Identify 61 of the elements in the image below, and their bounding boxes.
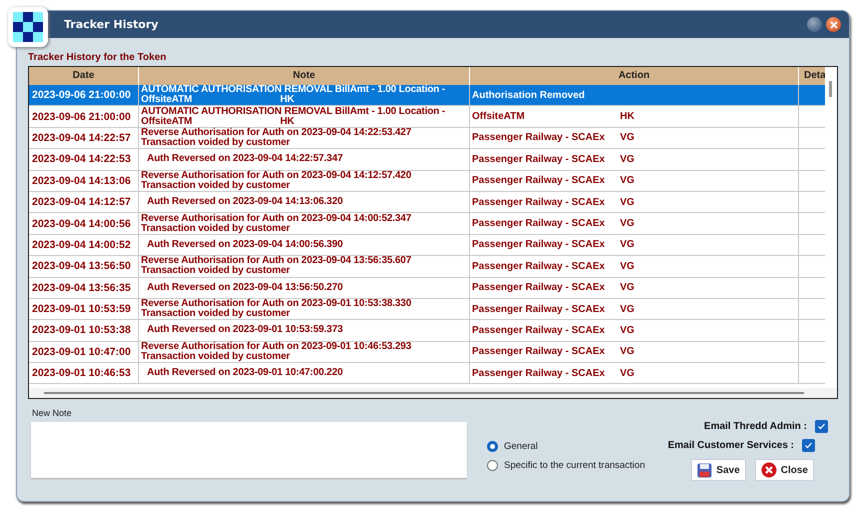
save-button[interactable]: Save [691, 459, 746, 481]
table-cell: Passenger Railway - SCAEx VG [470, 298, 799, 320]
horizontal-scrollbar[interactable] [29, 388, 837, 398]
table-cell: 2023-09-04 14:22:53 [29, 149, 139, 170]
table-cell: Passenger Railway - SCAEx VG [470, 192, 799, 212]
table-cell: 2023-09-04 14:12:57 [29, 192, 139, 212]
table-cell: Auth Reversed on 2023-09-01 10:47:00.220 [139, 363, 470, 384]
table-cell: Reverse Authorisation for Auth on 2023-09-01 10:53:38.330 Transaction voided by customer [139, 298, 470, 320]
table-cell: 2023-09-04 14:00:52 [29, 234, 139, 256]
table-cell: Reverse Authorisation for Auth on 2023-09-01 10:46:53.293 Transaction voided by customer [139, 342, 470, 362]
note-field[interactable] [31, 422, 467, 478]
table-title: Tracker History for the Token [28, 52, 168, 63]
table-cell: Passenger Railway - SCAEx VG [470, 213, 799, 234]
window-title: Tracker History [64, 18, 158, 31]
checkbox[interactable] [802, 439, 815, 452]
table-cell: Passenger Railway - SCAEx VG [470, 234, 799, 256]
table-cell: Passenger Railway - SCAEx VG [470, 128, 799, 148]
table-cell: AUTOMATIC AUTHORISATION REMOVAL BillAmt - 1.00 Location - OffsiteATM HK [139, 106, 470, 127]
radio-option[interactable]: General [487, 441, 645, 452]
close-icon [830, 20, 838, 28]
close-button[interactable] [826, 17, 841, 32]
table-cell: 2023-09-04 14:13:06 [29, 170, 139, 191]
checkbox-label: Email Thredd Admin : [704, 421, 807, 432]
table-cell: 2023-09-01 10:53:38 [29, 320, 139, 341]
table-cell: 2023-09-04 14:22:57 [29, 128, 139, 148]
table-cell: Reverse Authorisation for Auth on 2023-09-04 14:22:53.427 Transaction voided by customer [139, 128, 470, 148]
table-cell: Auth Reversed on 2023-09-04 14:00:56.390 [139, 234, 470, 256]
table-cell: 2023-09-04 13:56:35 [29, 278, 139, 298]
table-cell: Auth Reversed on 2023-09-04 13:56:50.270 [139, 278, 470, 298]
radio-option[interactable]: Specific to the current transaction [487, 460, 645, 471]
table-cell: OffsiteATM HK [470, 106, 799, 127]
table-cell: Auth Reversed on 2023-09-01 10:53:59.373 [139, 320, 470, 341]
table-cell: Reverse Authorisation for Auth on 2023-09-04 13:56:35.607 Transaction voided by customer [139, 256, 470, 277]
table-cell: AUTOMATIC AUTHORISATION REMOVAL BillAmt - 1.00 Location - OffsiteATM HK [139, 85, 470, 106]
checkbox-label: Email Customer Services : [668, 440, 794, 451]
table-cell: Reverse Authorisation for Auth on 2023-09-04 14:12:57.420 Transaction voided by customer [139, 170, 470, 191]
table-cell: Authorisation Removed [470, 85, 799, 106]
table-cell: 2023-09-01 10:53:59 [29, 298, 139, 320]
table-cell: Passenger Railway - SCAEx VG [470, 278, 799, 298]
table-cell: Auth Reversed on 2023-09-04 14:13:06.320 [139, 192, 470, 212]
checkered-logo-icon [8, 7, 48, 47]
table-cell: 2023-09-01 10:47:00 [29, 342, 139, 362]
table-cell: 2023-09-06 21:00:00 [29, 106, 139, 127]
table-cell: Passenger Railway - SCAEx VG [470, 342, 799, 362]
table-cell: Passenger Railway - SCAEx VG [470, 170, 799, 191]
close-button[interactable]: Close [754, 459, 814, 481]
field-label: New Note [32, 408, 73, 420]
table-cell: Passenger Railway - SCAEx VG [470, 320, 799, 341]
table-cell: 2023-09-04 14:00:56 [29, 213, 139, 234]
table-cell: 2023-09-04 13:56:50 [29, 256, 139, 277]
check-icon [817, 422, 826, 431]
table-cell: Passenger Railway - SCAEx VG [470, 149, 799, 170]
close-icon [760, 462, 777, 478]
table-cell: Passenger Railway - SCAEx VG [470, 363, 799, 384]
table-cell: Auth Reversed on 2023-09-04 14:22:57.347 [139, 149, 470, 170]
check-icon [804, 441, 813, 450]
table-cell: Reverse Authorisation for Auth on 2023-09-04 14:00:52.347 Transaction voided by customer [139, 213, 470, 234]
table-cell: Passenger Railway - SCAEx VG [470, 256, 799, 277]
table-cell: 2023-09-01 10:46:53 [29, 363, 139, 384]
table-cell: 2023-09-06 21:00:00 [29, 85, 139, 106]
checkbox[interactable] [815, 420, 828, 433]
